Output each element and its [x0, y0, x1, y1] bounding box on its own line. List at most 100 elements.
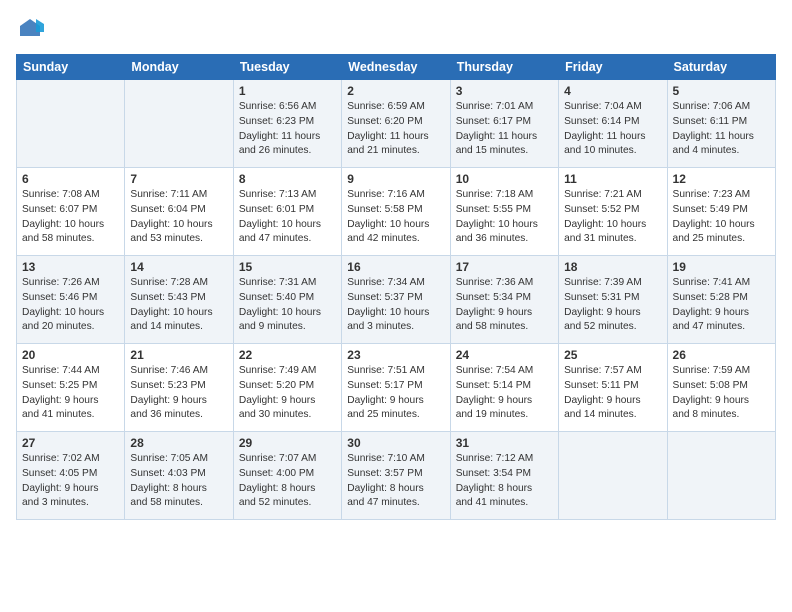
calendar-cell: 29 Sunrise: 7:07 AM Sunset: 4:00 PM Dayli…	[233, 432, 341, 520]
day-number: 19	[673, 260, 770, 274]
day-number: 15	[239, 260, 336, 274]
day-info: Sunrise: 6:59 AM Sunset: 6:20 PM Dayligh…	[347, 100, 444, 159]
calendar-header-row: SundayMondayTuesdayWednesdayThursdayFrid…	[17, 55, 776, 80]
day-info: Sunrise: 7:34 AM Sunset: 5:37 PM Dayligh…	[347, 276, 444, 335]
day-number: 1	[239, 84, 336, 98]
day-info: Sunrise: 7:36 AM Sunset: 5:34 PM Dayligh…	[456, 276, 553, 335]
calendar-cell: 15 Sunrise: 7:31 AM Sunset: 5:40 PM Dayli…	[233, 256, 341, 344]
day-info: Sunrise: 7:59 AM Sunset: 5:08 PM Dayligh…	[673, 364, 770, 423]
day-number: 17	[456, 260, 553, 274]
calendar-cell: 2Sunrise: 6:59 AM Sunset: 6:20 PM Daylig…	[342, 80, 450, 168]
day-info: Sunrise: 6:56 AM Sunset: 6:23 PM Dayligh…	[239, 100, 336, 159]
day-header-monday: Monday	[125, 55, 233, 80]
day-info: Sunrise: 7:26 AM Sunset: 5:46 PM Dayligh…	[22, 276, 119, 335]
day-number: 29	[239, 436, 336, 450]
calendar-cell: 13 Sunrise: 7:26 AM Sunset: 5:46 PM Dayli…	[17, 256, 125, 344]
day-info: Sunrise: 7:54 AM Sunset: 5:14 PM Dayligh…	[456, 364, 553, 423]
day-number: 9	[347, 172, 444, 186]
day-info: Sunrise: 7:07 AM Sunset: 4:00 PM Dayligh…	[239, 452, 336, 511]
day-info: Sunrise: 7:05 AM Sunset: 4:03 PM Dayligh…	[130, 452, 227, 511]
calendar-cell: 6 Sunrise: 7:08 AM Sunset: 6:07 PM Daylig…	[17, 168, 125, 256]
day-number: 4	[564, 84, 661, 98]
calendar-week-row: 20 Sunrise: 7:44 AM Sunset: 5:25 PM Dayli…	[17, 344, 776, 432]
day-number: 10	[456, 172, 553, 186]
day-info: Sunrise: 7:13 AM Sunset: 6:01 PM Dayligh…	[239, 188, 336, 247]
day-info: Sunrise: 7:08 AM Sunset: 6:07 PM Dayligh…	[22, 188, 119, 247]
calendar-cell: 9Sunrise: 7:16 AM Sunset: 5:58 PM Daylig…	[342, 168, 450, 256]
day-number: 6	[22, 172, 119, 186]
day-info: Sunrise: 7:23 AM Sunset: 5:49 PM Dayligh…	[673, 188, 770, 247]
calendar-week-row: 6 Sunrise: 7:08 AM Sunset: 6:07 PM Daylig…	[17, 168, 776, 256]
day-number: 31	[456, 436, 553, 450]
day-number: 23	[347, 348, 444, 362]
calendar-cell: 5Sunrise: 7:06 AM Sunset: 6:11 PM Daylig…	[667, 80, 775, 168]
day-number: 3	[456, 84, 553, 98]
calendar-cell: 25 Sunrise: 7:57 AM Sunset: 5:11 PM Dayli…	[559, 344, 667, 432]
calendar-cell: 31 Sunrise: 7:12 AM Sunset: 3:54 PM Dayli…	[450, 432, 558, 520]
calendar-week-row: 13 Sunrise: 7:26 AM Sunset: 5:46 PM Dayli…	[17, 256, 776, 344]
day-info: Sunrise: 7:01 AM Sunset: 6:17 PM Dayligh…	[456, 100, 553, 159]
calendar-cell: 30 Sunrise: 7:10 AM Sunset: 3:57 PM Dayli…	[342, 432, 450, 520]
day-info: Sunrise: 7:41 AM Sunset: 5:28 PM Dayligh…	[673, 276, 770, 335]
day-number: 7	[130, 172, 227, 186]
day-number: 21	[130, 348, 227, 362]
day-info: Sunrise: 7:18 AM Sunset: 5:55 PM Dayligh…	[456, 188, 553, 247]
day-info: Sunrise: 7:11 AM Sunset: 6:04 PM Dayligh…	[130, 188, 227, 247]
calendar-cell: 12 Sunrise: 7:23 AM Sunset: 5:49 PM Dayli…	[667, 168, 775, 256]
day-info: Sunrise: 7:51 AM Sunset: 5:17 PM Dayligh…	[347, 364, 444, 423]
calendar-cell	[125, 80, 233, 168]
day-number: 26	[673, 348, 770, 362]
day-number: 16	[347, 260, 444, 274]
calendar-cell: 10 Sunrise: 7:18 AM Sunset: 5:55 PM Dayli…	[450, 168, 558, 256]
calendar-cell	[559, 432, 667, 520]
page-header	[16, 16, 776, 44]
day-number: 30	[347, 436, 444, 450]
calendar-cell: 8 Sunrise: 7:13 AM Sunset: 6:01 PM Daylig…	[233, 168, 341, 256]
calendar-cell: 21 Sunrise: 7:46 AM Sunset: 5:23 PM Dayli…	[125, 344, 233, 432]
day-info: Sunrise: 7:10 AM Sunset: 3:57 PM Dayligh…	[347, 452, 444, 511]
calendar-week-row: 1 Sunrise: 6:56 AM Sunset: 6:23 PM Daylig…	[17, 80, 776, 168]
day-header-wednesday: Wednesday	[342, 55, 450, 80]
calendar-cell	[17, 80, 125, 168]
calendar-cell: 26 Sunrise: 7:59 AM Sunset: 5:08 PM Dayli…	[667, 344, 775, 432]
calendar-cell: 20 Sunrise: 7:44 AM Sunset: 5:25 PM Dayli…	[17, 344, 125, 432]
day-number: 8	[239, 172, 336, 186]
day-info: Sunrise: 7:06 AM Sunset: 6:11 PM Dayligh…	[673, 100, 770, 159]
day-number: 25	[564, 348, 661, 362]
day-info: Sunrise: 7:21 AM Sunset: 5:52 PM Dayligh…	[564, 188, 661, 247]
calendar-cell: 3 Sunrise: 7:01 AM Sunset: 6:17 PM Daylig…	[450, 80, 558, 168]
calendar-cell: 18 Sunrise: 7:39 AM Sunset: 5:31 PM Dayli…	[559, 256, 667, 344]
day-info: Sunrise: 7:46 AM Sunset: 5:23 PM Dayligh…	[130, 364, 227, 423]
calendar-cell: 16 Sunrise: 7:34 AM Sunset: 5:37 PM Dayli…	[342, 256, 450, 344]
day-number: 11	[564, 172, 661, 186]
day-info: Sunrise: 7:28 AM Sunset: 5:43 PM Dayligh…	[130, 276, 227, 335]
day-number: 13	[22, 260, 119, 274]
logo	[16, 16, 48, 44]
calendar-cell: 17 Sunrise: 7:36 AM Sunset: 5:34 PM Dayli…	[450, 256, 558, 344]
day-number: 12	[673, 172, 770, 186]
day-number: 14	[130, 260, 227, 274]
calendar-cell	[667, 432, 775, 520]
day-number: 20	[22, 348, 119, 362]
day-number: 28	[130, 436, 227, 450]
day-number: 27	[22, 436, 119, 450]
day-header-saturday: Saturday	[667, 55, 775, 80]
day-info: Sunrise: 7:12 AM Sunset: 3:54 PM Dayligh…	[456, 452, 553, 511]
calendar-cell: 4Sunrise: 7:04 AM Sunset: 6:14 PM Daylig…	[559, 80, 667, 168]
calendar-cell: 24Sunrise: 7:54 AM Sunset: 5:14 PM Dayli…	[450, 344, 558, 432]
calendar-week-row: 27 Sunrise: 7:02 AM Sunset: 4:05 PM Dayli…	[17, 432, 776, 520]
calendar-cell: 28 Sunrise: 7:05 AM Sunset: 4:03 PM Dayli…	[125, 432, 233, 520]
calendar-cell: 19 Sunrise: 7:41 AM Sunset: 5:28 PM Dayli…	[667, 256, 775, 344]
calendar-table: SundayMondayTuesdayWednesdayThursdayFrid…	[16, 54, 776, 520]
day-info: Sunrise: 7:02 AM Sunset: 4:05 PM Dayligh…	[22, 452, 119, 511]
day-header-friday: Friday	[559, 55, 667, 80]
calendar-cell: 22Sunrise: 7:49 AM Sunset: 5:20 PM Dayli…	[233, 344, 341, 432]
day-info: Sunrise: 7:31 AM Sunset: 5:40 PM Dayligh…	[239, 276, 336, 335]
day-info: Sunrise: 7:44 AM Sunset: 5:25 PM Dayligh…	[22, 364, 119, 423]
day-number: 18	[564, 260, 661, 274]
calendar-cell: 7 Sunrise: 7:11 AM Sunset: 6:04 PM Daylig…	[125, 168, 233, 256]
calendar-cell: 23 Sunrise: 7:51 AM Sunset: 5:17 PM Dayli…	[342, 344, 450, 432]
day-info: Sunrise: 7:39 AM Sunset: 5:31 PM Dayligh…	[564, 276, 661, 335]
calendar-cell: 11 Sunrise: 7:21 AM Sunset: 5:52 PM Dayli…	[559, 168, 667, 256]
day-info: Sunrise: 7:57 AM Sunset: 5:11 PM Dayligh…	[564, 364, 661, 423]
